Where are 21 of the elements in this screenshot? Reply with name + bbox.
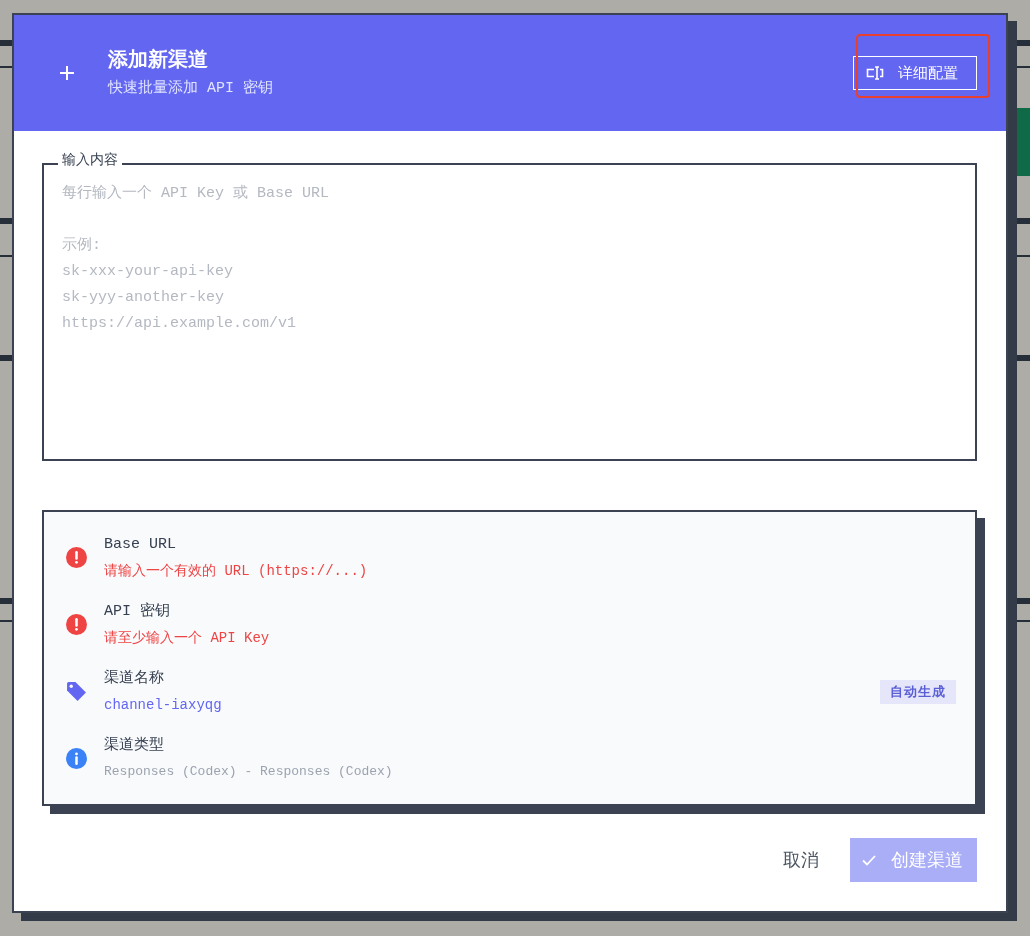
field-label: API 密钥 <box>104 601 170 622</box>
exclamation-icon <box>66 614 87 635</box>
detail-config-button[interactable]: 详细配置 <box>853 56 977 90</box>
text-cursor-icon <box>866 65 884 81</box>
error-message: 请输入一个有效的 URL (https://...) <box>104 561 368 581</box>
info-icon <box>66 748 87 769</box>
dialog-title: 添加新渠道 <box>108 47 208 71</box>
plus-icon <box>60 66 74 80</box>
channel-name: channel-iaxyqg <box>104 695 222 715</box>
field-legend: 输入内容 <box>58 150 122 168</box>
error-message: 请至少输入一个 API Key <box>104 628 270 648</box>
channel-type: Responses (Codex) - Responses (Codex) <box>104 762 393 781</box>
auto-generated-badge: 自动生成 <box>880 679 956 704</box>
exclamation-icon <box>66 547 87 568</box>
dialog-subtitle: 快速批量添加 API 密钥 <box>108 79 273 99</box>
field-label: 渠道类型 <box>104 735 164 756</box>
tag-icon <box>66 681 87 702</box>
cancel-button[interactable]: 取消 <box>771 840 831 880</box>
field-label: 渠道名称 <box>104 668 164 689</box>
field-label: Base URL <box>104 534 176 555</box>
check-icon <box>862 854 876 866</box>
